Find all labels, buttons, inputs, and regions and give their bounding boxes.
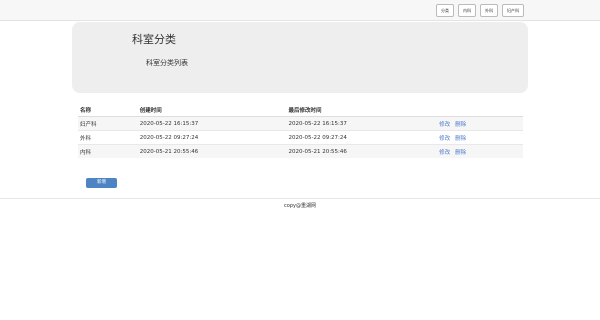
nav-item-surgery[interactable]: 外科 <box>480 4 498 17</box>
edit-link[interactable]: 修改 <box>439 122 450 128</box>
delete-link[interactable]: 删除 <box>455 136 466 142</box>
delete-link[interactable]: 删除 <box>455 150 466 156</box>
cell-modified: 2020-05-21 20:55:46 <box>286 144 438 158</box>
page-title: 科室分类 <box>132 33 176 46</box>
column-header-modified: 最后修改时间 <box>286 103 438 117</box>
edit-link[interactable]: 修改 <box>439 150 450 156</box>
cell-created: 2020-05-22 16:15:37 <box>137 116 287 131</box>
page-subtitle: 科室分类列表 <box>146 59 188 67</box>
table-row: 内科 2020-05-21 20:55:46 2020-05-21 20:55:… <box>78 144 523 158</box>
top-navbar: 分类 内科 外科 妇产科 <box>0 0 600 21</box>
department-table: 名称 创建时间 最后修改时间 妇产科 2020-05-22 16:15:37 2… <box>78 103 523 158</box>
delete-link[interactable]: 删除 <box>455 122 466 128</box>
add-department-button[interactable]: 新增 <box>86 178 117 188</box>
cell-name: 妇产科 <box>78 116 138 131</box>
cell-actions: 修改 删除 <box>437 130 523 145</box>
cell-modified: 2020-05-22 16:15:37 <box>286 116 438 131</box>
cell-actions: 修改 删除 <box>437 116 523 131</box>
cell-name: 外科 <box>78 130 138 145</box>
nav-menu: 分类 内科 外科 妇产科 <box>436 4 524 17</box>
nav-item-obstetrics[interactable]: 妇产科 <box>502 4 524 17</box>
cell-name: 内科 <box>78 144 138 158</box>
table-row: 妇产科 2020-05-22 16:15:37 2020-05-22 16:15… <box>78 116 523 131</box>
edit-link[interactable]: 修改 <box>439 136 450 142</box>
column-header-created: 创建时间 <box>137 103 287 117</box>
cell-created: 2020-05-22 09:27:24 <box>137 130 287 145</box>
cell-modified: 2020-05-22 09:27:24 <box>286 130 438 145</box>
hero-panel: 科室分类 科室分类列表 <box>72 22 528 93</box>
cell-actions: 修改 删除 <box>437 144 523 158</box>
column-header-actions <box>437 103 523 117</box>
cell-created: 2020-05-21 20:55:46 <box>137 144 287 158</box>
nav-item-internal-medicine[interactable]: 内科 <box>458 4 476 17</box>
footer-copyright: copy@重湖网 <box>284 203 316 209</box>
table-row: 外科 2020-05-22 09:27:24 2020-05-22 09:27:… <box>78 130 523 145</box>
column-header-name: 名称 <box>78 103 138 117</box>
table-header-row: 名称 创建时间 最后修改时间 <box>78 103 523 117</box>
nav-item-category[interactable]: 分类 <box>436 4 454 17</box>
footer-divider <box>0 198 600 199</box>
